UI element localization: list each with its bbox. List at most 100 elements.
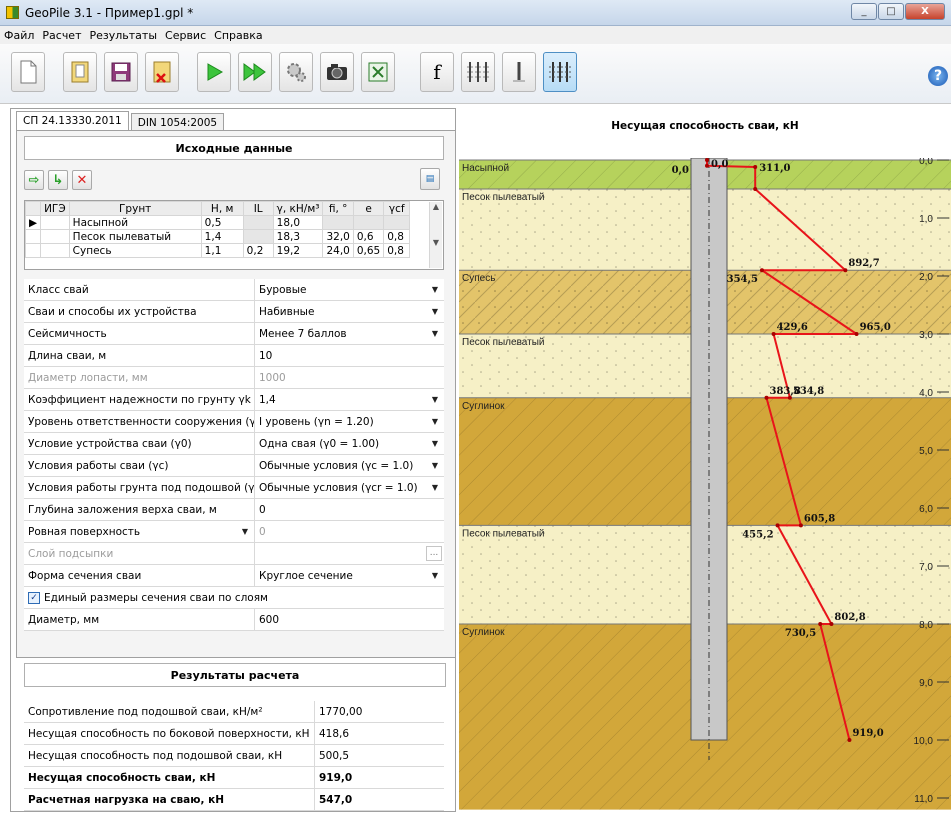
dropdown-arrow-icon[interactable]: ▼ [432, 461, 438, 470]
dropdown-arrow-icon[interactable]: ▼ [432, 307, 438, 316]
cell[interactable]: 0,5 [200, 215, 244, 230]
cell[interactable]: 18,3 [272, 229, 324, 244]
cell[interactable]: 32,0 [322, 229, 354, 244]
open-file-icon[interactable] [63, 52, 97, 92]
run-all-icon[interactable] [238, 52, 272, 92]
dropdown-arrow-icon[interactable]: ▼ [432, 439, 438, 448]
minimize-button[interactable]: _ [851, 3, 877, 20]
pile-group-icon[interactable] [461, 52, 495, 92]
cell[interactable]: 24,0 [322, 243, 354, 258]
excel-icon[interactable] [361, 52, 395, 92]
capacity-point [775, 523, 780, 528]
dropdown-arrow-icon[interactable]: ▼ [432, 417, 438, 426]
new-file-icon[interactable] [11, 52, 45, 92]
prop-row[interactable]: Сейсмичность Менее 7 баллов ▼ [24, 323, 444, 345]
cell[interactable]: Песок пылеватый [68, 229, 202, 244]
result-row: Несущая способность сваи, кН 919,0 [24, 767, 444, 789]
capacity-point [818, 622, 823, 626]
cell[interactable]: 0,2 [242, 243, 274, 258]
menu-help[interactable]: Справка [210, 29, 266, 42]
prop-row[interactable]: Форма сечения сваи Круглое сечение ▼ [24, 565, 444, 587]
title-bar: GeoPile 3.1 - Пример1.gpl * _ □ X [0, 0, 951, 26]
cell[interactable] [242, 215, 274, 230]
uniform-section-checkbox[interactable]: ✓ [28, 591, 40, 604]
prop-row: Слой подсыпки... [24, 543, 444, 565]
capacity-point [829, 622, 834, 626]
prop-row[interactable]: ✓ Единый размеры сечения сваи по слоям [24, 587, 444, 609]
cell[interactable] [242, 229, 274, 244]
soil-db-icon[interactable]: ▤ [420, 168, 440, 190]
prop-row[interactable]: Условия работы грунта под подошвой (γcr)… [24, 477, 444, 499]
cell[interactable]: 0,8 [383, 243, 411, 258]
capacity-value-label: 605,8 [804, 513, 835, 524]
capacity-point [759, 268, 764, 273]
prop-row[interactable]: Условия работы сваи (γc) Обычные условия … [24, 455, 444, 477]
row-pointer-icon: ▶ [24, 215, 42, 230]
cell[interactable] [322, 215, 354, 230]
capacity-point [854, 332, 859, 336]
prop-row[interactable]: Уровень ответственности сооружения (γn) I… [24, 411, 444, 433]
camera-icon[interactable] [320, 52, 354, 92]
dropdown-arrow-icon[interactable]: ▼ [432, 483, 438, 492]
menu-file[interactable]: Файл [0, 29, 38, 42]
col-gcf: γcf [383, 201, 411, 216]
save-icon[interactable] [104, 52, 138, 92]
table-row[interactable]: ▶ Насыпной 0,5 18,0 [24, 215, 411, 230]
prop-row[interactable]: Класс свай Буровые ▼ [24, 279, 444, 301]
maximize-button[interactable]: □ [878, 3, 904, 20]
prop-row[interactable]: Условие устройства сваи (γ0) Одна свая (γ… [24, 433, 444, 455]
browse-button[interactable]: ... [426, 546, 442, 561]
dropdown-arrow-icon[interactable]: ▼ [242, 527, 248, 536]
pile-field-icon[interactable] [543, 52, 577, 92]
y-tick-label: 9,0 [919, 678, 933, 689]
cell[interactable]: 0,65 [352, 243, 385, 258]
y-tick-label: 7,0 [919, 562, 933, 573]
add-row-icon[interactable]: ⇨ [24, 170, 44, 190]
cell[interactable]: 0,6 [352, 229, 385, 244]
prop-row[interactable]: Глубина заложения верха сваи, м0 [24, 499, 444, 521]
cell[interactable]: 0,8 [383, 229, 411, 244]
y-tick-label: 0,0 [919, 158, 933, 167]
table-scrollbar[interactable]: ▲ ▼ [429, 202, 442, 268]
cell[interactable]: Супесь [68, 243, 202, 258]
prop-row[interactable]: Диаметр, мм 600 [24, 609, 444, 631]
result-row: Расчетная нагрузка на сваю, кН 547,0 [24, 789, 444, 811]
cell[interactable] [352, 215, 385, 230]
table-row[interactable]: Супесь 1,1 0,2 19,2 24,0 0,65 0,8 [24, 243, 411, 258]
insert-row-icon[interactable]: ↳ [48, 170, 68, 190]
dropdown-arrow-icon[interactable]: ▼ [432, 395, 438, 404]
cell[interactable]: 19,2 [272, 243, 324, 258]
table-row[interactable]: Песок пылеватый 1,4 18,3 32,0 0,6 0,8 [24, 229, 411, 244]
tab-sp[interactable]: СП 24.13330.2011 [16, 111, 129, 131]
close-file-icon[interactable] [145, 52, 179, 92]
settings-icon[interactable] [279, 52, 313, 92]
prop-row[interactable]: Сваи и способы их устройства Набивные ▼ [24, 301, 444, 323]
prop-row[interactable]: Ровная поверхность ▼ 0 [24, 521, 444, 543]
menu-calc[interactable]: Расчет [38, 29, 85, 42]
capacity-point [771, 332, 776, 336]
cell[interactable] [383, 215, 411, 230]
prop-row[interactable]: Коэффициент надежности по грунту γk 1,4 ▼ [24, 389, 444, 411]
delete-row-icon[interactable]: ✕ [72, 170, 92, 190]
cell[interactable]: 1,1 [200, 243, 244, 258]
menu-service[interactable]: Сервис [161, 29, 210, 42]
help-icon[interactable]: ? [928, 66, 948, 86]
close-button[interactable]: X [905, 3, 945, 20]
run-icon[interactable] [197, 52, 231, 92]
capacity-point [753, 187, 758, 191]
prop-row[interactable]: Длина сваи, м 10 [24, 345, 444, 367]
dropdown-arrow-icon[interactable]: ▼ [432, 329, 438, 338]
layer-name: Супесь [462, 273, 495, 284]
cell[interactable]: 18,0 [272, 215, 324, 230]
capacity-value-label: 0,0 [672, 165, 689, 176]
tab-din[interactable]: DIN 1054:2005 [130, 113, 225, 131]
single-pile-icon[interactable] [502, 52, 536, 92]
dropdown-arrow-icon[interactable]: ▼ [432, 571, 438, 580]
capacity-value-label: 965,0 [860, 322, 891, 333]
dropdown-arrow-icon[interactable]: ▼ [432, 285, 438, 294]
cell[interactable]: 1,4 [200, 229, 244, 244]
function-icon[interactable]: f [420, 52, 454, 92]
cell[interactable]: Насыпной [68, 215, 202, 230]
menu-results[interactable]: Результаты [86, 29, 162, 42]
layer-name: Песок пылеватый [462, 192, 544, 203]
